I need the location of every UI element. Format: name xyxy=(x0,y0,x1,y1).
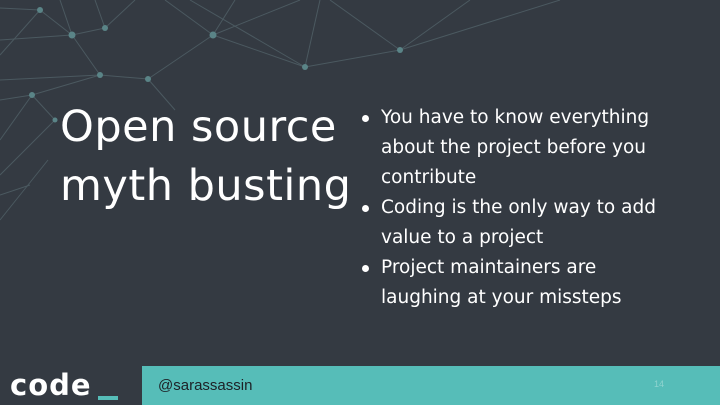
twitter-handle: @sarassassin xyxy=(158,377,253,394)
slide: Open source myth busting You have to kno… xyxy=(0,0,720,405)
footer-bar: code @sarassassin 14 xyxy=(0,366,720,405)
bullet-dot-icon xyxy=(362,265,369,272)
bullet-line: You have to know everything xyxy=(381,107,650,128)
bullet-dot-icon xyxy=(362,205,369,212)
bullet-item: Project maintainers are laughing at your… xyxy=(360,253,700,313)
bullet-line: contribute xyxy=(381,167,477,188)
slide-title-line-2: myth busting xyxy=(60,161,352,211)
bullet-line: Project maintainers are xyxy=(381,257,597,278)
bullet-line: value to a project xyxy=(381,227,544,248)
slide-title-line-1: Open source xyxy=(60,102,337,152)
code-logo: code xyxy=(0,366,142,405)
bullet-item: You have to know everything about the pr… xyxy=(360,103,700,193)
logo-underscore-icon xyxy=(98,396,118,400)
bullet-item: Coding is the only way to add value to a… xyxy=(360,193,700,253)
bullet-dot-icon xyxy=(362,115,369,122)
page-number: 14 xyxy=(654,379,665,389)
bullet-line: laughing at your missteps xyxy=(381,287,622,308)
bullet-line: Coding is the only way to add xyxy=(381,197,656,218)
slide-title: Open source myth busting xyxy=(60,98,360,216)
bullet-line: about the project before you xyxy=(381,137,646,158)
logo-text: code xyxy=(10,368,92,402)
bullet-list: You have to know everything about the pr… xyxy=(360,103,700,313)
